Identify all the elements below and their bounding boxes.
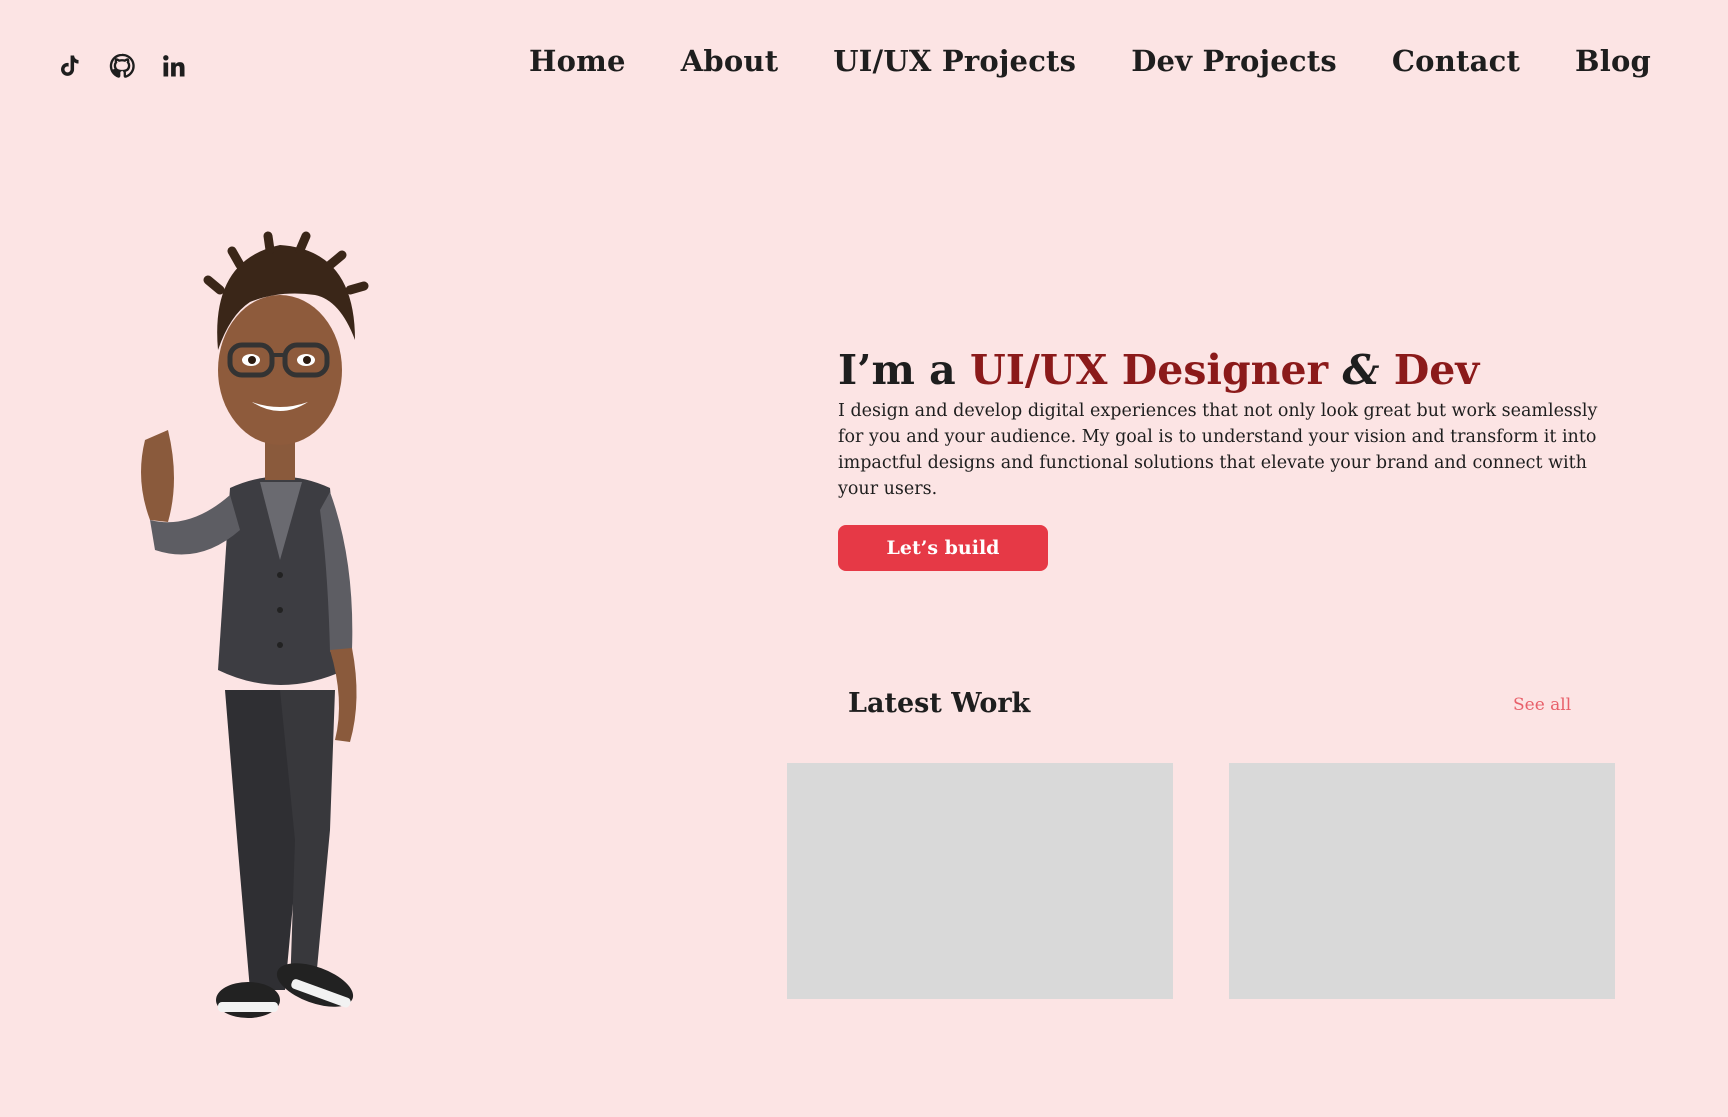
nav-uiux-projects[interactable]: UI/UX Projects [833, 44, 1076, 78]
linkedin-icon [163, 55, 185, 77]
tiktok-link[interactable] [56, 52, 84, 80]
latest-work-title: Latest Work [848, 688, 1031, 719]
nav-about[interactable]: About [681, 44, 779, 78]
tiktok-icon [61, 55, 79, 76]
linkedin-link[interactable] [160, 52, 188, 80]
lets-build-button[interactable]: Let’s build [838, 525, 1048, 571]
hero-description: I design and develop digital experiences… [838, 401, 1598, 499]
hero-heading: I’m a UI/UX Designer & Dev [838, 346, 1598, 394]
work-card[interactable] [787, 763, 1173, 999]
avatar-illustration [141, 231, 369, 1018]
main-nav: Home About UI/UX Projects Dev Projects C… [529, 44, 1651, 78]
github-icon [109, 53, 135, 78]
nav-contact[interactable]: Contact [1392, 44, 1520, 78]
nav-home[interactable]: Home [529, 44, 626, 78]
work-card[interactable] [1229, 763, 1615, 999]
hero-heading-role: UI/UX Designer [969, 346, 1329, 394]
hero-heading-prefix: I’m a [838, 346, 970, 394]
nav-dev-projects[interactable]: Dev Projects [1131, 44, 1337, 78]
github-link[interactable] [108, 52, 136, 80]
hero-heading-amp: & [1328, 346, 1394, 394]
hero-heading-dev: Dev [1393, 346, 1480, 394]
hero-section: I’m a UI/UX Designer & Dev I design and … [838, 346, 1598, 502]
see-all-link[interactable]: See all [1513, 695, 1571, 715]
nav-blog[interactable]: Blog [1575, 44, 1651, 78]
social-links [56, 52, 188, 80]
